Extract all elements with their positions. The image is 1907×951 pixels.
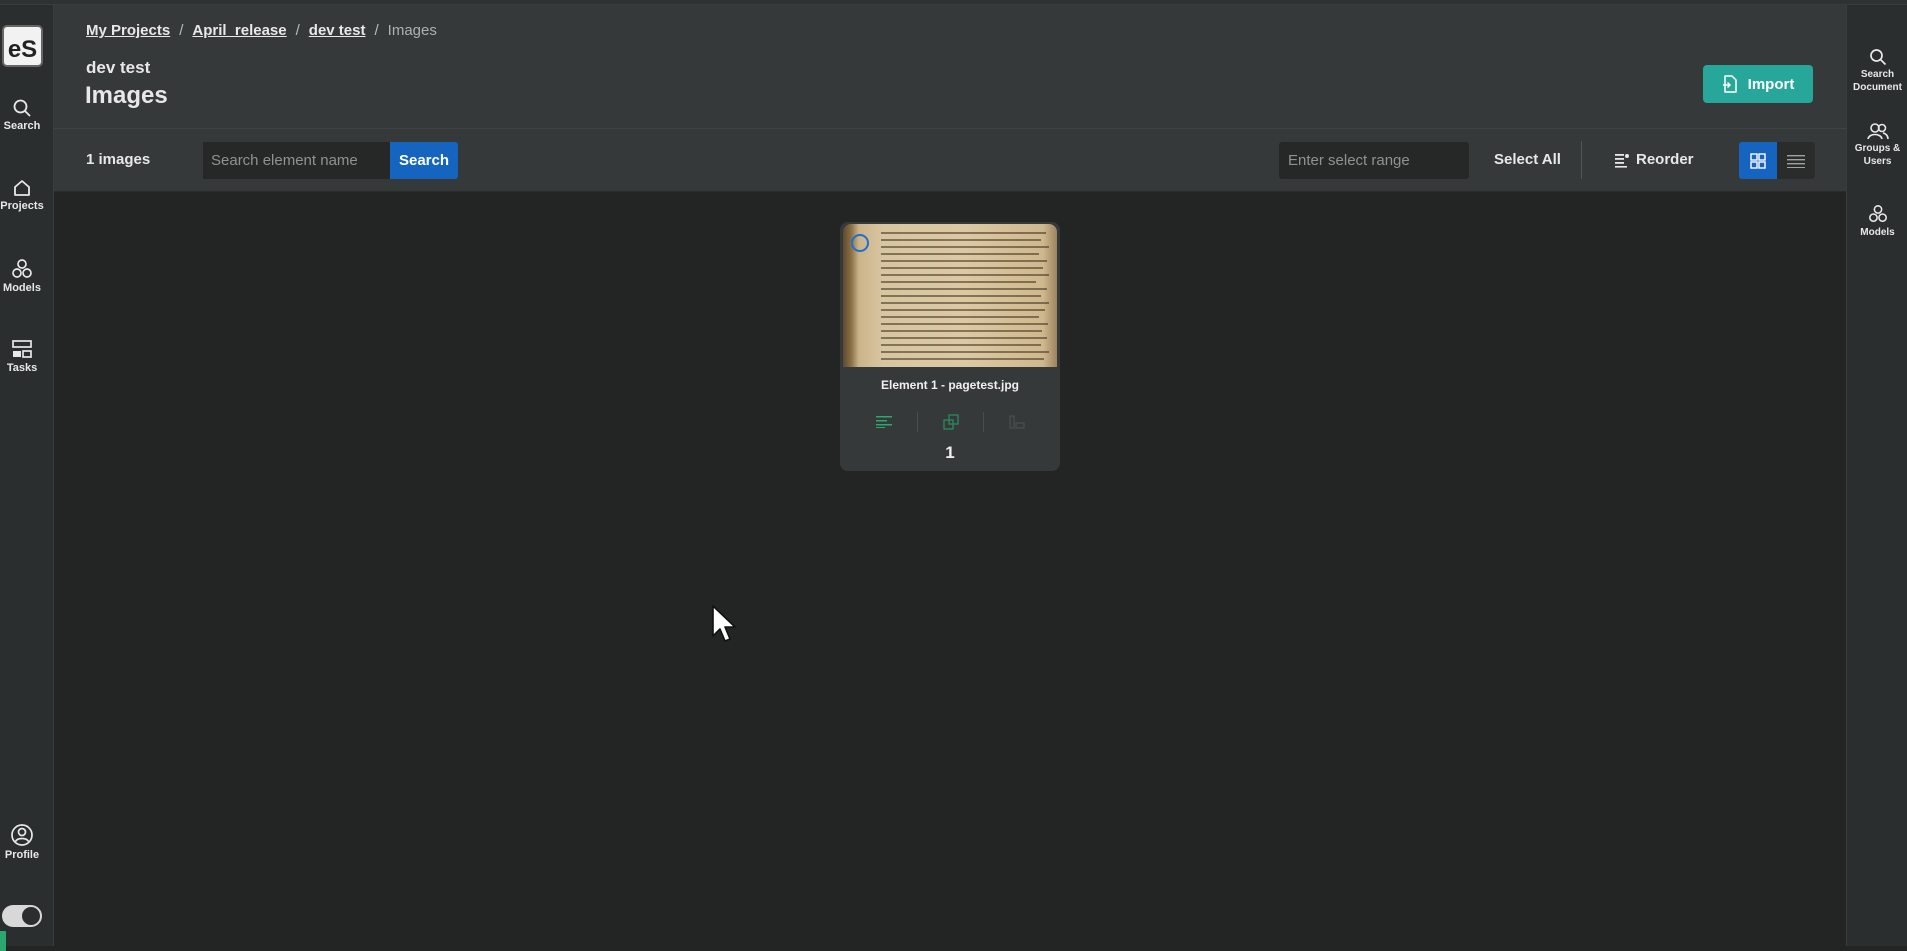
select-range-input[interactable]	[1279, 142, 1469, 179]
search-icon	[13, 99, 31, 117]
theme-toggle[interactable]	[2, 905, 42, 927]
right-item-label: Search	[1860, 69, 1895, 80]
image-card-count: 1	[945, 443, 955, 462]
page-title: Images	[85, 82, 168, 109]
sidebar-item-label: Projects	[0, 200, 44, 212]
breadcrumb-my-projects[interactable]: My Projects	[86, 22, 170, 39]
right-item-groups-users[interactable]: Groups & Users	[1847, 122, 1907, 168]
import-file-icon	[1722, 75, 1737, 93]
home-icon	[14, 180, 30, 196]
layout-button[interactable]	[983, 412, 1049, 432]
layout-icon	[1008, 415, 1025, 429]
import-button-label: Import	[1747, 75, 1795, 93]
sidebar-item-tasks[interactable]: Tasks	[0, 338, 44, 374]
right-sidebar: Search Document Groups & Users Models	[1846, 5, 1907, 946]
right-item-label: Users	[1863, 156, 1892, 167]
text-lines-icon	[876, 416, 892, 428]
moon-icon	[22, 907, 40, 925]
right-item-label: Models	[1860, 227, 1895, 238]
segmentation-icon	[942, 414, 959, 430]
transcription-button[interactable]	[851, 412, 917, 432]
search-button[interactable]: Search	[390, 142, 458, 179]
images-count: 1 images	[86, 151, 151, 168]
right-item-label: Document	[1853, 82, 1902, 93]
right-item-label: Groups &	[1854, 143, 1901, 154]
sidebar-item-label: Models	[3, 282, 41, 294]
page-subtitle: dev test	[86, 58, 151, 77]
image-select-checkbox[interactable]	[851, 234, 869, 252]
profile-icon	[11, 824, 33, 846]
list-view-button[interactable]	[1777, 142, 1815, 179]
breadcrumb-separator: /	[179, 22, 184, 39]
reorder-button[interactable]: Reorder	[1614, 151, 1694, 168]
reorder-icon	[1615, 153, 1629, 168]
models-icon	[12, 259, 32, 278]
status-accent	[0, 931, 6, 951]
sidebar-item-search[interactable]: Search	[0, 98, 44, 132]
users-icon	[1866, 123, 1889, 140]
select-all-button[interactable]: Select All	[1494, 151, 1561, 168]
grid-icon	[1750, 152, 1766, 169]
search-element-input[interactable]	[203, 142, 390, 179]
breadcrumb: My Projects / April_release / dev test /…	[86, 22, 437, 39]
grid-view-button[interactable]	[1739, 142, 1777, 179]
breadcrumb-separator: /	[374, 22, 379, 39]
sidebar-item-profile[interactable]: Profile	[0, 823, 44, 861]
search-icon	[1869, 49, 1886, 66]
right-item-search-document[interactable]: Search Document	[1847, 48, 1907, 94]
image-thumbnail[interactable]	[843, 224, 1057, 367]
breadcrumb-current: Images	[387, 22, 437, 39]
segmentation-button[interactable]	[917, 412, 983, 432]
toolbar-divider	[1581, 141, 1582, 179]
image-card-name: Element 1 - pagetest.jpg	[880, 378, 1020, 392]
breadcrumb-april-release[interactable]: April_release	[192, 22, 286, 39]
left-sidebar: eS Search Projects Models Tasks Profile	[0, 5, 54, 951]
breadcrumb-separator: /	[295, 22, 300, 39]
image-card-actions	[840, 412, 1060, 432]
models-icon	[1868, 205, 1887, 223]
sidebar-item-label: Profile	[4, 849, 40, 861]
tasks-icon	[12, 340, 32, 358]
list-icon	[1787, 154, 1805, 168]
right-item-models[interactable]: Models	[1847, 204, 1907, 239]
sidebar-item-label: Search	[3, 120, 41, 132]
reorder-button-label: Reorder	[1636, 151, 1694, 168]
page-header: My Projects / April_release / dev test /…	[54, 5, 1846, 129]
mouse-cursor-icon	[712, 605, 736, 642]
view-mode-toggle	[1739, 142, 1815, 179]
sidebar-item-models[interactable]: Models	[0, 258, 44, 294]
image-card[interactable]: Element 1 - pagetest.jpg 1	[840, 222, 1060, 471]
breadcrumb-dev-test[interactable]: dev test	[309, 22, 366, 39]
images-toolbar: 1 images Search Select All Reorder	[54, 129, 1846, 192]
app-logo[interactable]: eS	[2, 25, 43, 67]
sidebar-item-label: Tasks	[6, 362, 38, 374]
import-button[interactable]: Import	[1703, 65, 1813, 103]
sidebar-item-projects[interactable]: Projects	[0, 178, 44, 212]
